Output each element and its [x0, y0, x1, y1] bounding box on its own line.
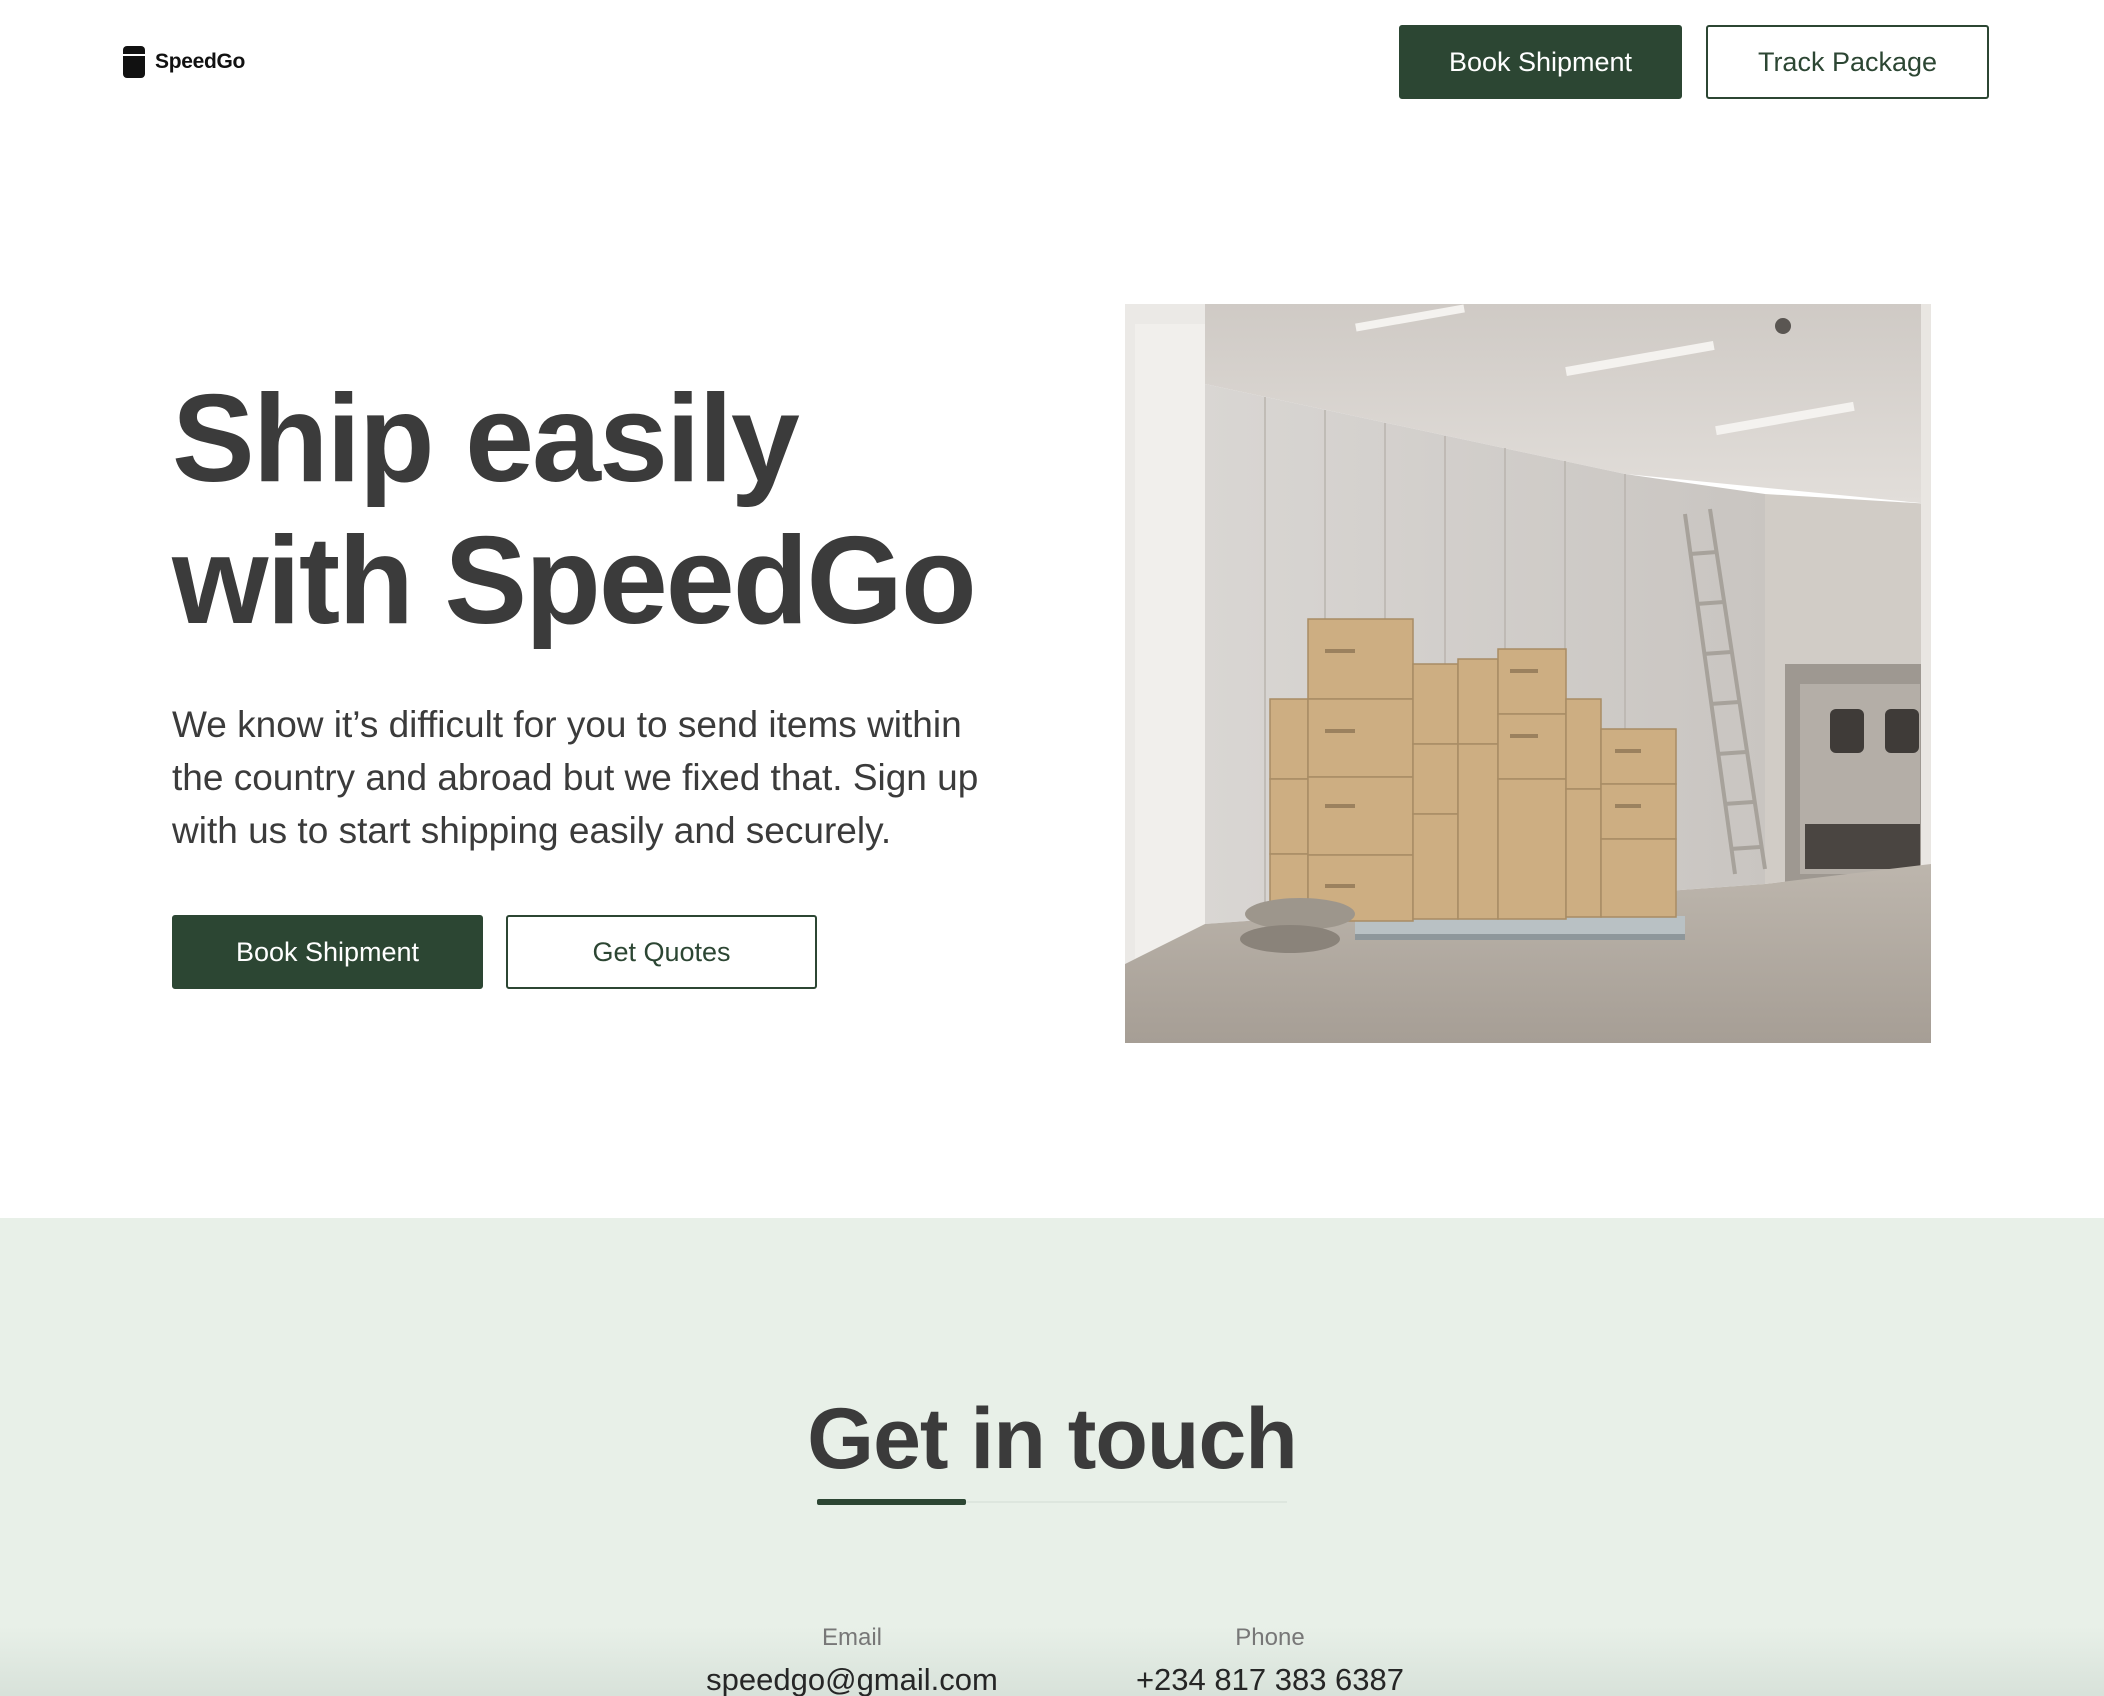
hero-image	[1125, 304, 1931, 1043]
brand-logo[interactable]: SpeedGo	[123, 46, 245, 78]
phone-value[interactable]: +234 817 383 6387	[1120, 1662, 1420, 1696]
email-label: Email	[821, 1624, 882, 1651]
logo-icon	[123, 46, 145, 78]
contact-title: Get in touch	[807, 1391, 1298, 1487]
get-quotes-button[interactable]: Get Quotes	[506, 915, 817, 989]
hero-book-shipment-button[interactable]: Book Shipment	[172, 915, 483, 989]
hero-description: We know it’s difficult for you to send i…	[172, 704, 979, 851]
email-block: Email speedgo@gmail.com	[702, 1624, 1002, 1696]
header-track-package-button[interactable]: Track Package	[1706, 25, 1989, 99]
hero-title: Ship easily with SpeedGo	[172, 368, 1032, 652]
email-value[interactable]: speedgo@gmail.com	[702, 1662, 1002, 1696]
header-book-shipment-button[interactable]: Book Shipment	[1399, 25, 1682, 99]
hero-title-line-2: with SpeedGo	[172, 512, 977, 650]
phone-block: Phone +234 817 383 6387	[1120, 1624, 1420, 1696]
contact-shadow	[0, 1626, 2104, 1696]
page: SpeedGo Book Shipment Track Package Ship…	[0, 0, 2104, 1696]
title-underline-accent	[817, 1499, 966, 1505]
phone-label: Phone	[1235, 1624, 1305, 1651]
brand-name: SpeedGo	[155, 50, 246, 73]
hero-title-line-1: Ship easily	[172, 370, 800, 508]
